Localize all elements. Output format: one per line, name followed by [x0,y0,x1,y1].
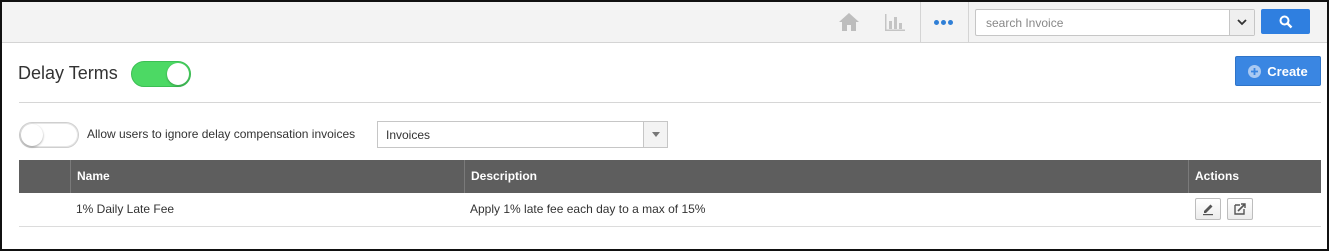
allow-ignore-toggle[interactable] [19,122,79,148]
search-box [975,9,1255,36]
open-button[interactable] [1227,198,1253,220]
bar-chart-icon[interactable] [882,10,908,34]
section-divider [19,102,1321,103]
scope-select-value: Invoices [386,128,431,142]
topbar-divider [920,2,921,43]
chevron-down-icon[interactable] [1229,10,1254,35]
column-header-description[interactable]: Description [464,160,1188,193]
delay-terms-table: Name Description Actions 1% Daily Late F… [19,160,1321,227]
search-input[interactable] [976,10,1230,35]
create-button-label: Create [1267,63,1308,79]
search-button[interactable] [1261,9,1310,34]
app-window: Delay Terms Create Allow users to ignore… [0,0,1329,251]
top-bar [2,2,1327,43]
topbar-divider [968,2,969,43]
allow-ignore-label: Allow users to ignore delay compensation… [87,127,356,141]
caret-down-icon [643,122,667,147]
more-dots-icon[interactable] [930,10,956,34]
table-header: Name Description Actions [19,160,1321,193]
table-row: 1% Daily Late Fee Apply 1% late fee each… [19,193,1321,227]
column-header-select [19,160,70,193]
plus-circle-icon [1248,64,1262,78]
row-description: Apply 1% late fee each day to a max of 1… [470,202,706,216]
page-title: Delay Terms [18,63,118,83]
pencil-icon [1203,204,1213,216]
home-icon[interactable] [836,10,862,34]
external-edit-icon [1234,203,1246,215]
row-name: 1% Daily Late Fee [76,202,175,216]
create-button[interactable]: Create [1235,56,1321,86]
column-header-name[interactable]: Name [70,160,464,193]
scope-select[interactable]: Invoices [377,121,668,148]
edit-button[interactable] [1195,198,1221,220]
search-icon [1279,15,1292,28]
delay-terms-toggle[interactable] [131,61,191,87]
column-header-actions: Actions [1188,160,1321,193]
